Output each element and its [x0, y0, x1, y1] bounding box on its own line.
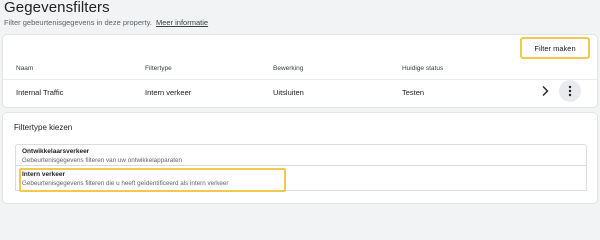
- option-title: Intern verkeer: [22, 171, 65, 178]
- filter-type-title: Filtertype kiezen: [14, 123, 73, 132]
- column-header-name[interactable]: Naam: [16, 65, 33, 72]
- option-developer-traffic[interactable]: Ontwikkelaarsverkeer Gebeurtenisgegevens…: [15, 144, 587, 166]
- header-divider: [3, 79, 597, 80]
- option-title: Ontwikkelaarsverkeer: [22, 148, 90, 155]
- filter-type-panel: Filtertype kiezen Ontwikkelaarsverkeer G…: [3, 113, 597, 203]
- more-vert-icon: [568, 85, 572, 97]
- filters-card: Filter maken Naam Filtertype Bewerking H…: [3, 35, 597, 107]
- page-subtitle-text: Filter gebeurtenisgegevens in deze prope…: [4, 18, 152, 27]
- row-status: Testen: [402, 88, 425, 97]
- option-description: Gebeurtenisgegevens filteren van uw ontw…: [22, 157, 182, 164]
- row-name: Internal Traffic: [16, 88, 64, 97]
- row-operation: Uitsluiten: [273, 88, 304, 97]
- column-header-operation[interactable]: Bewerking: [273, 65, 303, 72]
- create-filter-button[interactable]: Filter maken: [522, 39, 588, 57]
- option-description: Gebeurtenisgegevens filteren die u heeft…: [22, 180, 229, 187]
- more-info-link[interactable]: Meer informatie: [156, 18, 208, 27]
- chevron-right-icon[interactable]: [540, 85, 550, 97]
- option-internal-traffic[interactable]: Intern verkeer Gebeurtenisgegevens filte…: [15, 166, 587, 191]
- page-subtitle: Filter gebeurtenisgegevens in deze prope…: [4, 18, 208, 27]
- column-header-filter-type[interactable]: Filtertype: [145, 65, 172, 72]
- row-filter-type: Intern verkeer: [145, 88, 192, 97]
- column-header-status[interactable]: Huidige status: [402, 65, 443, 72]
- more-options-button[interactable]: [559, 80, 581, 102]
- page-title: Gegevensfilters: [4, 0, 110, 16]
